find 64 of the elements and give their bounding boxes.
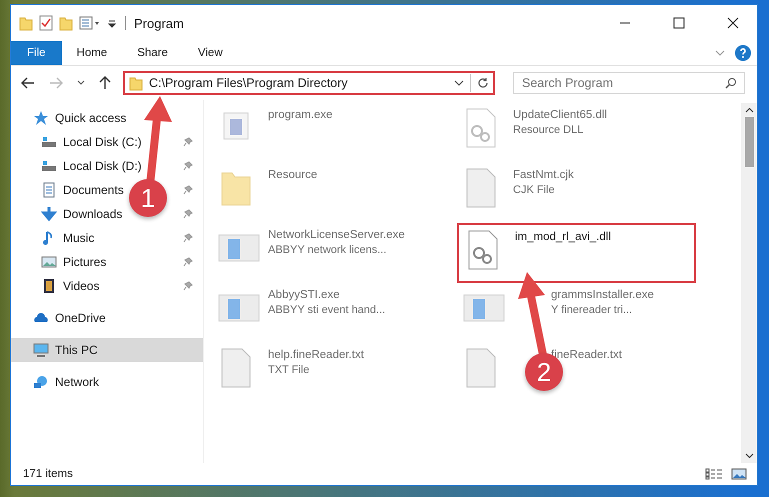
file-name[interactable]: fineReader.txt [551, 349, 622, 361]
sidebar-item[interactable]: Music [63, 231, 94, 245]
large-icons-view-icon[interactable] [731, 468, 747, 480]
file-type: ABBYY network licens... [268, 244, 388, 256]
file-name[interactable]: UpdateClient65.dll [513, 109, 607, 121]
sidebar-item[interactable]: Quick access [55, 111, 126, 125]
file-item[interactable]: im_mod_rl_avi_.dll [457, 223, 696, 283]
search-icon [725, 77, 737, 89]
back-arrow-icon[interactable] [21, 77, 35, 89]
window-title: Program [134, 16, 184, 30]
scrollbar[interactable] [741, 103, 757, 463]
file-type: Y finereader tri... [551, 304, 634, 316]
picture-icon [41, 254, 57, 270]
sidebar-item[interactable]: Local Disk (C:) [63, 135, 142, 149]
sidebar-item[interactable]: OneDrive [55, 311, 106, 325]
file-name[interactable]: Resource [268, 169, 318, 181]
search-field[interactable]: Search Program [513, 72, 745, 94]
details-view-icon[interactable] [705, 468, 723, 480]
refresh-icon[interactable] [477, 77, 489, 89]
ribbon-tab[interactable]: File [11, 41, 62, 65]
file-name[interactable]: program.exe [268, 109, 333, 121]
file-name[interactable]: grammsInstaller.exe [551, 289, 654, 301]
chevron-down-icon[interactable] [77, 80, 85, 86]
item-count: 171 items [23, 468, 73, 480]
ribbon-tab[interactable]: Home [62, 41, 122, 65]
file-type: Resource DLL [513, 124, 584, 136]
ribbon-tab[interactable]: View [182, 41, 238, 65]
file-type: TXT File [268, 364, 310, 376]
checklist-icon[interactable] [39, 15, 53, 31]
file-name[interactable]: AbbyySTI.exe [268, 289, 386, 301]
scrollbar-thumb[interactable] [744, 117, 754, 167]
file-type: CJK File [513, 184, 556, 196]
sidebar-item[interactable]: Videos [63, 279, 100, 293]
close-icon[interactable] [727, 17, 739, 29]
folder-icon [129, 75, 143, 91]
file-name: im_mod_rl_avi_.dll [515, 231, 611, 243]
properties-icon[interactable] [79, 15, 101, 31]
address-bar[interactable]: C:\Program Files\Program Directory [123, 71, 495, 95]
scroll-up-icon[interactable] [744, 107, 754, 113]
sidebar-item[interactable]: Downloads [63, 207, 122, 221]
scroll-down-icon[interactable] [744, 453, 754, 459]
help-icon[interactable] [735, 45, 751, 61]
sidebar-label: This PC [55, 343, 98, 357]
down-arrow-icon [41, 206, 57, 222]
monitor-icon [33, 342, 49, 358]
file-type: ABBYY sti event hand... [268, 304, 386, 316]
sidebar-item[interactable]: This PC [11, 338, 203, 362]
globe-computer-icon [33, 374, 49, 390]
drive-icon [41, 134, 57, 150]
sidebar-item[interactable]: Network [55, 375, 100, 389]
film-icon [41, 278, 57, 294]
sidebar-item[interactable]: Local Disk (D:) [63, 159, 142, 173]
maximize-icon[interactable] [673, 17, 685, 29]
sidebar-item[interactable]: Documents [63, 183, 124, 197]
sidebar-item[interactable]: Pictures [63, 255, 106, 269]
drive-icon [41, 158, 57, 174]
document-icon [41, 182, 57, 198]
up-arrow-icon[interactable] [99, 76, 111, 90]
chevron-down-icon[interactable] [454, 79, 464, 87]
file-name[interactable]: NetworkLicenseServer.exe [268, 229, 405, 241]
file-name[interactable]: FastNmt.cjk [513, 169, 574, 181]
file-name[interactable]: help.fineReader.txt [268, 349, 364, 361]
ribbon-tab[interactable]: Share [122, 41, 183, 65]
star-icon [33, 110, 49, 126]
